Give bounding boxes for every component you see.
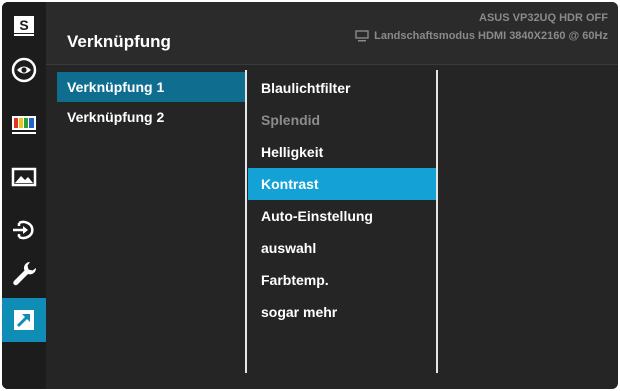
monitor-icon	[355, 30, 369, 42]
divider-right	[436, 70, 438, 373]
input-select-icon	[13, 220, 34, 240]
sidebar-item-splendid[interactable]: S	[2, 4, 46, 48]
sidebar-item-system[interactable]	[2, 252, 46, 296]
eye-blue-light-icon	[11, 57, 37, 83]
option-auswahl[interactable]: auswahl	[248, 232, 436, 264]
option-kontrast[interactable]: Kontrast	[248, 168, 436, 200]
option-auto-einstellung[interactable]: Auto-Einstellung	[248, 200, 436, 232]
menu-item-shortcut-1[interactable]: Verknüpfung 1	[57, 72, 247, 102]
shortcut-list: Verknüpfung 1 Verknüpfung 2	[57, 72, 247, 132]
osd-frame: S Verknüpfung ASUS VP32UQ HDR OFF Landsc…	[2, 2, 618, 389]
menu-item-shortcut-2[interactable]: Verknüpfung 2	[57, 102, 247, 132]
sidebar-item-image[interactable]	[2, 155, 46, 199]
image-landscape-icon	[11, 167, 37, 187]
option-helligkeit[interactable]: Helligkeit	[248, 136, 436, 168]
sidebar-item-blue-light[interactable]	[2, 48, 46, 92]
signal-status: Landschaftsmodus HDMI 3840X2160 @ 60Hz	[355, 30, 608, 42]
option-blaulichtfilter[interactable]: Blaulichtfilter	[248, 72, 436, 104]
shortcut-function-list: Blaulichtfilter Splendid Helligkeit Kont…	[248, 72, 436, 328]
page-title: Verknüpfung	[67, 32, 171, 51]
option-farbtemp[interactable]: Farbtemp.	[248, 264, 436, 296]
sidebar-item-color[interactable]	[2, 102, 46, 146]
signal-status-text: Landschaftsmodus HDMI 3840X2160 @ 60Hz	[374, 30, 608, 42]
option-sogar-mehr[interactable]: sogar mehr	[248, 296, 436, 328]
shortcut-arrow-icon	[14, 310, 34, 330]
color-bars-icon	[12, 116, 36, 134]
osd-header: Verknüpfung ASUS VP32UQ HDR OFF Landscha…	[46, 2, 618, 65]
icon-sidebar: S	[2, 2, 46, 389]
osd-screen: S Verknüpfung ASUS VP32UQ HDR OFF Landsc…	[0, 0, 620, 391]
option-splendid[interactable]: Splendid	[248, 104, 436, 136]
sidebar-item-input[interactable]	[2, 208, 46, 252]
sidebar-item-shortcut[interactable]	[2, 298, 46, 342]
wrench-system-icon	[13, 261, 37, 286]
splendid-s-icon: S	[14, 16, 34, 36]
model-status: ASUS VP32UQ HDR OFF	[479, 12, 608, 24]
splendid-s-letter: S	[19, 17, 28, 33]
divider-left	[245, 70, 247, 373]
